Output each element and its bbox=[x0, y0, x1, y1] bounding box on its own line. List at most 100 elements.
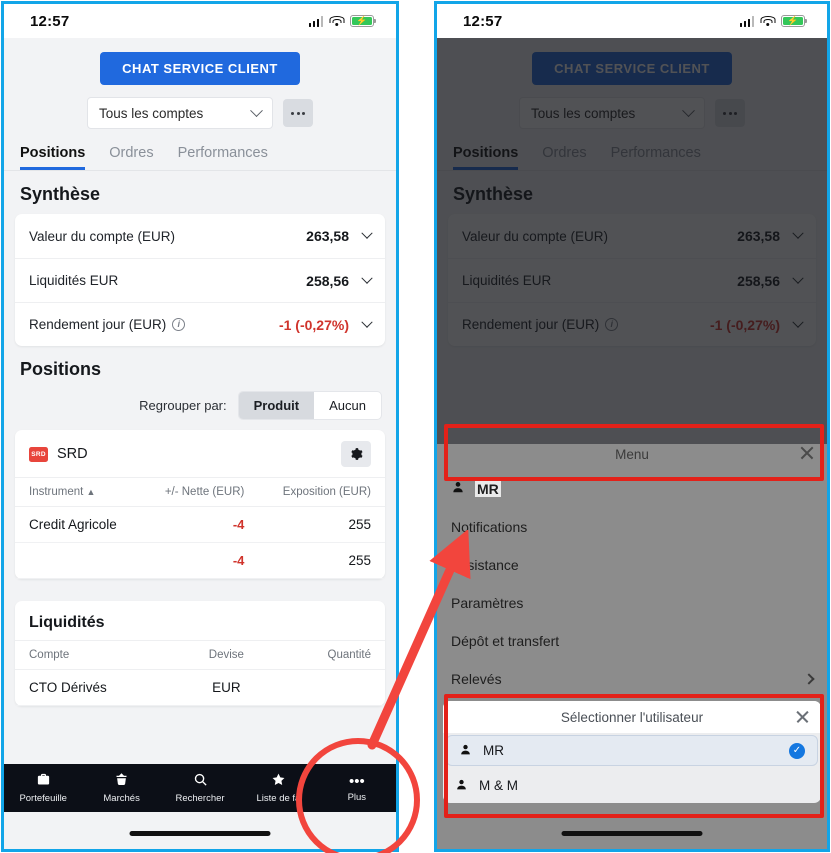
cellular-signal-icon bbox=[739, 15, 754, 27]
group-option-produit[interactable]: Produit bbox=[238, 392, 315, 419]
chat-service-client-button[interactable]: CHAT SERVICE CLIENT bbox=[100, 52, 300, 85]
menu-item-user[interactable]: MR bbox=[437, 470, 827, 508]
col-net[interactable]: +/- Nette (EUR) bbox=[141, 477, 259, 507]
chevron-down-icon[interactable] bbox=[361, 316, 373, 328]
cell-instrument: Credit Agricole bbox=[15, 506, 142, 543]
status-time: 12:57 bbox=[30, 12, 70, 30]
search-icon bbox=[193, 772, 208, 790]
star-icon bbox=[271, 772, 286, 790]
menu-item-label: Dépôt et transfert bbox=[451, 633, 560, 649]
cell-exposure: 255 bbox=[258, 542, 385, 579]
select-user-title: Sélectionner l'utilisateur bbox=[560, 709, 704, 725]
account-selector-dropdown[interactable]: Tous les comptes bbox=[87, 97, 273, 129]
nav-label: Plus bbox=[347, 791, 367, 803]
row-value: -1 (-0,27%) bbox=[278, 316, 349, 333]
cell-exposure: 255 bbox=[258, 506, 385, 543]
product-card-srd: SRD SRD Instrument ▲ +/- Nette (EUR) Exp… bbox=[15, 430, 385, 579]
chevron-down-icon[interactable] bbox=[361, 227, 373, 239]
nav-item-marches[interactable]: Marchés bbox=[82, 772, 160, 804]
nav-item-liste-de-favoris[interactable]: Liste de fa bbox=[239, 772, 317, 804]
user-option-mr[interactable]: MR ✓ bbox=[446, 735, 818, 766]
row-value: 258,56 bbox=[306, 272, 349, 289]
chat-button-row: CHAT SERVICE CLIENT bbox=[4, 38, 396, 95]
wifi-icon bbox=[329, 15, 344, 27]
chevron-down-icon[interactable] bbox=[361, 272, 373, 284]
product-header: SRD SRD bbox=[15, 430, 385, 477]
group-option-aucun[interactable]: Aucun bbox=[314, 392, 381, 419]
phone-screenshot-right: 12:57 ⚡ CHAT SERVICE CLIENT Tous les com… bbox=[434, 1, 830, 852]
ellipsis-icon: ••• bbox=[348, 772, 365, 790]
synthese-card: Valeur du compte (EUR) 263,58 Liquidités… bbox=[15, 214, 385, 346]
liquidites-card: Liquidités Compte Devise Quantité CTO Dé… bbox=[15, 601, 385, 706]
liquidites-title: Liquidités bbox=[29, 614, 105, 631]
select-user-header: Sélectionner l'utilisateur bbox=[443, 701, 821, 733]
bottom-navigation-bar: Portefeuille Marchés Rechercher Liste de… bbox=[4, 764, 396, 812]
nav-label: Liste de fa bbox=[256, 793, 301, 804]
menu-item-assistance[interactable]: Assistance bbox=[437, 546, 827, 584]
tab-performances[interactable]: Performances bbox=[178, 139, 268, 170]
menu-sheet-header: Menu bbox=[437, 444, 827, 470]
nav-label: Portefeuille bbox=[19, 793, 67, 804]
tab-ordres[interactable]: Ordres bbox=[109, 139, 153, 170]
cell-net: -4 bbox=[141, 542, 259, 579]
info-icon[interactable]: i bbox=[172, 318, 186, 331]
wifi-icon bbox=[760, 15, 775, 27]
table-header-row: Compte Devise Quantité bbox=[15, 640, 385, 670]
col-devise[interactable]: Devise bbox=[177, 640, 275, 670]
menu-title: Menu bbox=[615, 447, 649, 462]
col-compte[interactable]: Compte bbox=[15, 640, 178, 670]
col-label: Instrument bbox=[29, 486, 84, 498]
row-value: 263,58 bbox=[306, 228, 349, 244]
cell-net: -4 bbox=[141, 506, 259, 543]
synthese-row-daily-return[interactable]: Rendement jour (EUR) i -1 (-0,27%) bbox=[15, 302, 385, 346]
person-icon bbox=[459, 743, 472, 759]
tab-positions[interactable]: Positions bbox=[20, 139, 85, 170]
col-quantite[interactable]: Quantité bbox=[274, 640, 385, 670]
basket-icon bbox=[114, 772, 129, 790]
nav-label: Marchés bbox=[103, 793, 140, 804]
cell-quantite bbox=[274, 669, 385, 706]
battery-charging-icon: ⚡ bbox=[781, 15, 808, 27]
close-icon[interactable] bbox=[795, 709, 810, 724]
screenshot-root: 12:57 ⚡ CHAT SERVICE CLIENT Tous les com… bbox=[0, 0, 831, 853]
col-instrument[interactable]: Instrument ▲ bbox=[15, 477, 142, 507]
table-header-row: Instrument ▲ +/- Nette (EUR) Exposition … bbox=[15, 477, 385, 507]
close-icon[interactable] bbox=[799, 445, 815, 461]
synthese-row-cash[interactable]: Liquidités EUR 258,56 bbox=[15, 258, 385, 302]
row-label: Liquidités EUR bbox=[29, 273, 119, 288]
table-row[interactable]: CTO Dérivés EUR bbox=[15, 669, 385, 706]
group-by-row: Regrouper par: Produit Aucun bbox=[4, 389, 396, 430]
synthese-row-account-value[interactable]: Valeur du compte (EUR) 263,58 bbox=[15, 214, 385, 258]
cell-instrument bbox=[15, 542, 142, 579]
positions-table: Instrument ▲ +/- Nette (EUR) Exposition … bbox=[15, 477, 385, 579]
user-option-m-and-m[interactable]: M & M bbox=[443, 768, 821, 803]
home-indicator bbox=[561, 831, 703, 836]
gear-icon[interactable] bbox=[341, 441, 371, 467]
chevron-right-icon bbox=[803, 673, 815, 685]
menu-item-notifications[interactable]: Notifications bbox=[437, 508, 827, 546]
tab-bar: Positions Ordres Performances bbox=[4, 139, 396, 171]
app-body: CHAT SERVICE CLIENT Tous les comptes Pos… bbox=[4, 38, 396, 849]
col-exposure[interactable]: Exposition (EUR) bbox=[258, 477, 385, 507]
status-bar: 12:57 ⚡ bbox=[437, 4, 827, 38]
positions-title: Positions bbox=[20, 359, 102, 379]
synthese-title: Synthèse bbox=[20, 184, 101, 204]
row-label: Rendement jour (EUR) bbox=[29, 317, 167, 332]
person-icon bbox=[455, 778, 468, 794]
nav-item-portefeuille[interactable]: Portefeuille bbox=[4, 772, 82, 804]
menu-item-depot-et-transfert[interactable]: Dépôt et transfert bbox=[437, 622, 827, 660]
menu-item-parametres[interactable]: Paramètres bbox=[437, 584, 827, 622]
menu-item-label: Paramètres bbox=[451, 595, 524, 611]
status-time: 12:57 bbox=[463, 12, 503, 30]
nav-item-rechercher[interactable]: Rechercher bbox=[161, 772, 239, 804]
cellular-signal-icon bbox=[308, 15, 323, 27]
table-row[interactable]: Credit Agricole -4 255 bbox=[15, 506, 385, 543]
more-options-button[interactable] bbox=[283, 99, 313, 127]
menu-item-releves[interactable]: Relevés bbox=[437, 660, 827, 698]
menu-item-label: Assistance bbox=[451, 557, 519, 573]
sort-ascending-icon: ▲ bbox=[86, 487, 96, 497]
person-icon bbox=[451, 480, 465, 498]
account-row: Tous les comptes bbox=[4, 95, 396, 139]
nav-item-plus[interactable]: ••• Plus bbox=[318, 774, 396, 803]
menu-item-label: Relevés bbox=[451, 671, 502, 687]
